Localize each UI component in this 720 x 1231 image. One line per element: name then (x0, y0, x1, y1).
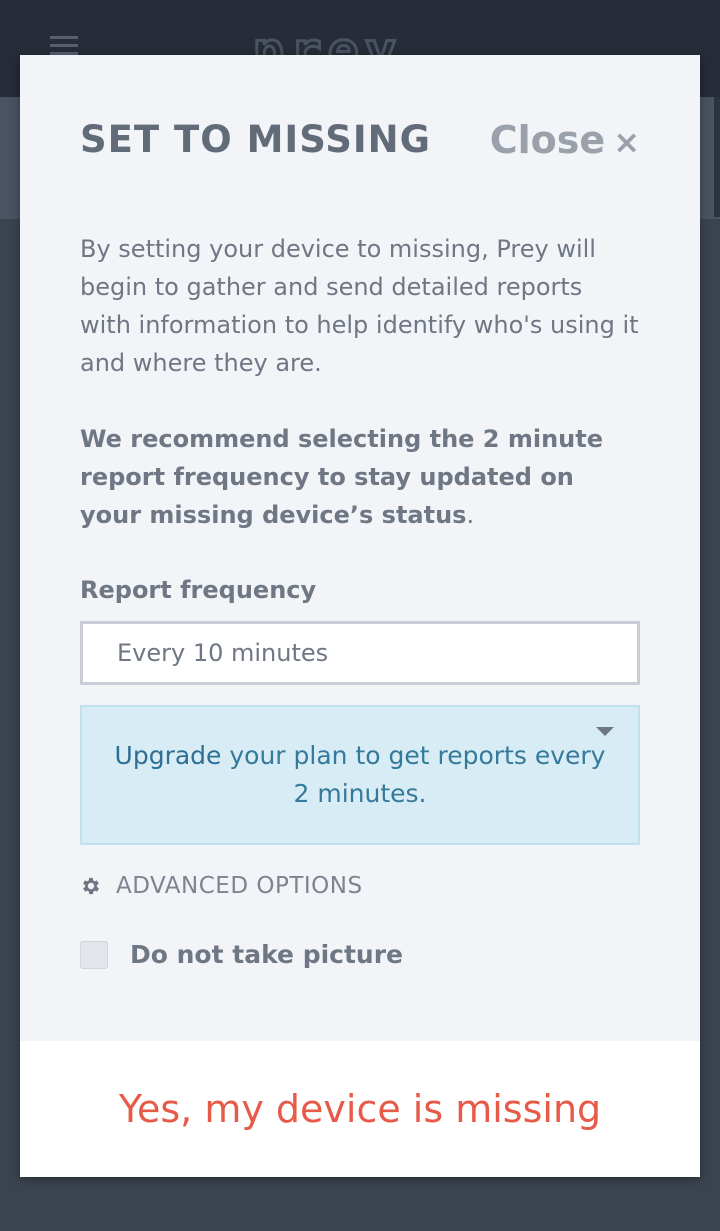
recommendation-bold: We recommend selecting the 2 minute repo… (80, 425, 604, 529)
recommendation-text: We recommend selecting the 2 minute repo… (80, 420, 640, 534)
frequency-select[interactable]: Every 10 minutes (80, 621, 640, 685)
scrollbar[interactable] (714, 97, 720, 217)
close-label: Close (489, 118, 606, 162)
no-picture-option[interactable]: Do not take picture (80, 940, 403, 969)
no-picture-label: Do not take picture (130, 940, 404, 969)
frequency-value: Every 10 minutes (117, 639, 329, 667)
upgrade-text: Upgrade your plan to get reports every 2… (112, 737, 608, 813)
advanced-options-toggle[interactable]: ADVANCED OPTIONS (80, 873, 363, 899)
hamburger-icon[interactable] (50, 36, 78, 56)
confirm-missing-label: Yes, my device is missing (118, 1087, 602, 1131)
frequency-label: Report frequency (80, 576, 317, 604)
upgrade-rest: your plan to get reports every 2 minutes… (221, 741, 606, 808)
set-missing-modal: SET TO MISSING Close × By setting your d… (20, 55, 700, 1177)
upgrade-notice: Upgrade your plan to get reports every 2… (80, 705, 640, 845)
advanced-options-label: ADVANCED OPTIONS (116, 873, 363, 899)
confirm-missing-button[interactable]: Yes, my device is missing (20, 1041, 700, 1177)
upgrade-link[interactable]: Upgrade (115, 741, 222, 770)
close-icon: × (613, 123, 640, 161)
no-picture-checkbox[interactable] (80, 940, 108, 969)
modal-title: SET TO MISSING (80, 118, 431, 161)
gear-icon (83, 877, 99, 895)
intro-text: By setting your device to missing, Prey … (80, 235, 639, 377)
close-button[interactable]: Close × (490, 115, 640, 165)
caret-down-icon[interactable] (596, 727, 614, 736)
recommendation-tail: . (466, 501, 475, 529)
